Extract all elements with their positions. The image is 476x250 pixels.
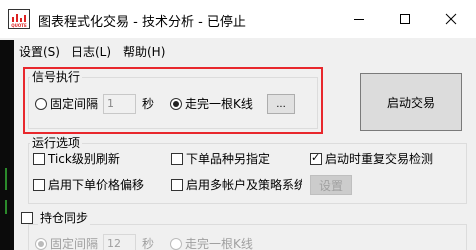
window-title: 图表程式化交易 - 技术分析 - 已停止 [38, 15, 246, 30]
close-icon [445, 13, 457, 25]
order-symbol-label[interactable]: 下单品种另指定 [186, 152, 270, 166]
restart-detect-checkbox[interactable]: ✓ [310, 151, 322, 165]
multi-account-checkbox[interactable] [171, 179, 183, 191]
position-sync-checkbox[interactable] [21, 212, 33, 224]
tick-refresh-label[interactable]: Tick级别刷新 [48, 152, 120, 166]
restart-detect-label[interactable]: 启动时重复交易检测 [325, 152, 433, 166]
order-symbol-checkbox[interactable] [171, 153, 183, 165]
tick-refresh-checkbox[interactable] [33, 153, 45, 165]
menu-bar: 设置(S) 日志(L) 帮助(H) [0, 38, 476, 62]
maximize-icon [400, 14, 410, 24]
price-offset-label[interactable]: 启用下单价格偏移 [48, 178, 144, 192]
icon-bar [16, 14, 18, 22]
start-trading-button[interactable]: 启动交易 [360, 73, 462, 131]
minimize-icon [354, 19, 364, 20]
chart-candle [5, 168, 7, 190]
menu-settings[interactable]: 设置(S) [19, 43, 60, 60]
icon-bar [24, 15, 26, 22]
sync-interval-radio[interactable] [35, 238, 47, 250]
menu-help[interactable]: 帮助(H) [123, 43, 165, 60]
app-chart-icon: QUOTE [8, 9, 30, 29]
sync-interval-input[interactable]: 12 [103, 234, 136, 250]
sync-interval-unit: 秒 [142, 237, 155, 250]
title-bar[interactable]: QUOTE 图表程式化交易 - 技术分析 - 已停止 [0, 0, 476, 38]
highlight-frame [23, 67, 323, 134]
chart-candle [5, 200, 7, 214]
main-window: QUOTE 图表程式化交易 - 技术分析 - 已停止 设置(S) 日志(L) 帮… [0, 0, 476, 250]
run-options-group-label: 运行选项 [30, 136, 83, 150]
price-offset-checkbox[interactable] [33, 179, 45, 191]
icon-bar [20, 18, 22, 22]
sync-bar-label[interactable]: 走完一根K线 [185, 237, 253, 250]
menu-log[interactable]: 日志(L) [71, 43, 111, 60]
check-mark-icon: ✓ [311, 151, 321, 164]
sync-interval-label[interactable]: 固定间隔 [50, 237, 98, 250]
close-button[interactable] [428, 0, 474, 38]
sync-bar-radio[interactable] [170, 238, 182, 250]
minimize-button[interactable] [336, 0, 382, 38]
app-icon-caption: QUOTE [11, 23, 27, 28]
multi-account-label[interactable]: 启用多帐户及策略系统 [186, 178, 302, 192]
position-sync-label[interactable]: 持仓同步 [38, 211, 91, 225]
background-chart-strip [0, 40, 14, 250]
icon-bar [12, 17, 14, 22]
multi-account-settings-button[interactable]: 设置 [310, 175, 352, 195]
maximize-button[interactable] [382, 0, 428, 38]
